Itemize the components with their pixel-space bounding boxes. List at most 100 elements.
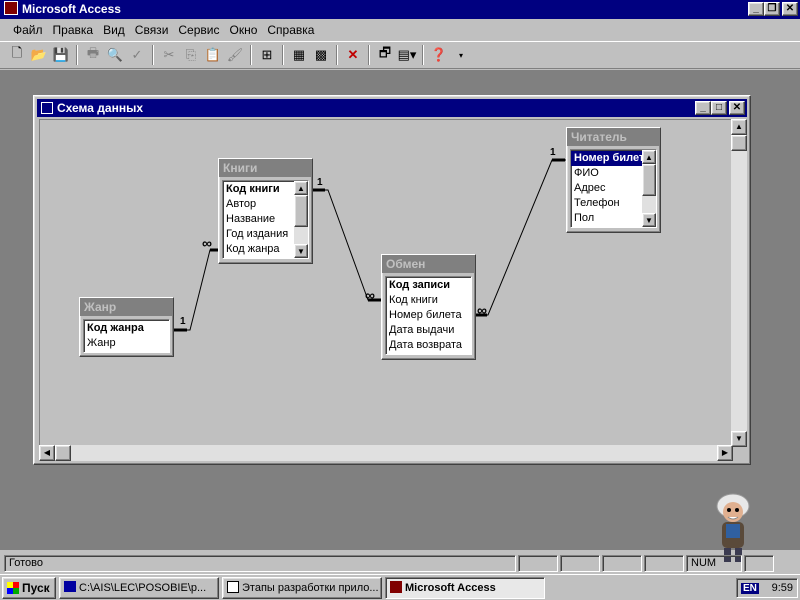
table-knigi[interactable]: Книги Код книги Автор Название Год издан… (218, 158, 313, 264)
table-chitatel-title[interactable]: Читатель (567, 128, 660, 146)
table-zhanr[interactable]: Жанр Код жанра Жанр (79, 297, 174, 357)
task-label: Этапы разработки прило... (242, 581, 379, 594)
new-object-icon[interactable]: ▤▾ (396, 44, 418, 66)
relationships-title-bar[interactable]: Схема данных _ □ ✕ (37, 99, 747, 117)
relationships-window: Схема данных _ □ ✕ 1 ∞ 1 ∞ ∞ 1 Жанр Код … (33, 95, 751, 465)
clock[interactable]: 9:59 (772, 582, 793, 594)
relation-one-label: 1 (180, 316, 186, 327)
close-button[interactable]: ✕ (782, 2, 798, 16)
field-item[interactable]: Код книги (386, 293, 471, 308)
field-item[interactable]: Дата выдачи (386, 323, 471, 338)
start-button[interactable]: Пуск (2, 576, 56, 599)
field-scrollbar[interactable]: ▲ ▼ (294, 181, 308, 258)
relation-many-label: ∞ (365, 287, 375, 303)
relation-knigi-obmen[interactable] (312, 189, 382, 301)
minimize-button[interactable]: _ (748, 2, 764, 16)
table-obmen-title[interactable]: Обмен (382, 255, 475, 273)
relation-obmen-chitatel[interactable] (473, 159, 566, 316)
field-item[interactable]: Автор (223, 197, 294, 212)
chevron-down-icon[interactable]: ▾ (450, 44, 472, 66)
field-item[interactable]: Жанр (84, 336, 169, 351)
task-explorer[interactable]: C:\AIS\LEC\POSOBIE\p... (59, 576, 219, 599)
relationships-window-controls: _ □ ✕ (695, 101, 745, 115)
save-icon[interactable]: 💾 (50, 44, 72, 66)
scroll-thumb[interactable] (55, 445, 71, 461)
app-title: Microsoft Access (22, 2, 121, 16)
open-icon[interactable]: 📂 (28, 44, 50, 66)
vertical-scrollbar[interactable]: ▲ ▼ (731, 119, 747, 447)
relation-one-label: 1 (317, 177, 323, 188)
menu-relations[interactable]: Связи (130, 23, 174, 37)
new-icon[interactable]: 🗋 (6, 44, 28, 66)
task-access[interactable]: Microsoft Access (385, 576, 545, 599)
database-window-icon[interactable]: 🗗 (374, 44, 396, 66)
field-item[interactable]: Номер билета (386, 308, 471, 323)
format-painter-icon[interactable]: 🖌 (224, 44, 246, 66)
windows-logo-icon (7, 581, 19, 594)
field-item[interactable]: Пол (571, 211, 642, 226)
scroll-left-icon[interactable]: ◀ (39, 445, 55, 461)
field-item[interactable]: Код жанра (223, 242, 294, 257)
scroll-up-icon[interactable]: ▲ (731, 119, 747, 135)
menu-file[interactable]: Файл (8, 23, 48, 37)
field-item[interactable]: Телефон (571, 196, 642, 211)
copy-icon[interactable]: ⎘ (180, 44, 202, 66)
child-minimize-button[interactable]: _ (695, 101, 711, 115)
scroll-down-icon[interactable]: ▼ (731, 431, 747, 447)
horizontal-scrollbar[interactable]: ◀ ▶ (39, 445, 733, 461)
field-item[interactable]: Название (223, 212, 294, 227)
toolbar-separator (250, 45, 252, 65)
child-close-button[interactable]: ✕ (729, 101, 745, 115)
relationships-icon (41, 102, 53, 114)
relationships-canvas[interactable]: 1 ∞ 1 ∞ ∞ 1 Жанр Код жанра Жанр Книги Ко… (39, 119, 733, 447)
table-chitatel[interactable]: Читатель Номер билета ФИО Адрес Телефон … (566, 127, 661, 233)
field-item[interactable]: Код книги (223, 182, 294, 197)
scroll-down-icon[interactable]: ▼ (294, 244, 308, 258)
child-maximize-button[interactable]: □ (711, 101, 727, 115)
scroll-up-icon[interactable]: ▲ (642, 150, 656, 164)
field-item-selected[interactable]: Номер билета (571, 151, 642, 166)
word-icon (227, 580, 239, 593)
language-indicator[interactable]: EN (741, 582, 759, 594)
field-item[interactable]: Код жанра (84, 321, 169, 336)
show-table-icon[interactable]: ⊞ (256, 44, 278, 66)
cut-icon[interactable]: ✂ (158, 44, 180, 66)
delete-icon[interactable]: ✕ (342, 44, 364, 66)
status-panel (602, 554, 642, 572)
system-tray: EN 9:59 (736, 578, 798, 598)
field-item[interactable]: ФИО (571, 166, 642, 181)
field-item[interactable]: Код записи (386, 278, 471, 293)
menu-view[interactable]: Вид (98, 23, 130, 37)
table-knigi-title[interactable]: Книги (219, 159, 312, 177)
print-icon[interactable]: 🖶 (82, 44, 104, 66)
show-direct-icon[interactable]: ▦ (288, 44, 310, 66)
spelling-icon[interactable]: ✓ (126, 44, 148, 66)
relation-many-label: ∞ (477, 302, 487, 318)
menu-window[interactable]: Окно (224, 23, 262, 37)
menu-edit[interactable]: Правка (48, 23, 99, 37)
show-all-icon[interactable]: ▩ (310, 44, 332, 66)
scroll-down-icon[interactable]: ▼ (642, 213, 656, 227)
scroll-up-icon[interactable]: ▲ (294, 181, 308, 195)
status-bar: Готово NUM (0, 552, 800, 574)
print-preview-icon[interactable]: 🔍 (104, 44, 126, 66)
help-icon[interactable]: ❓ (428, 44, 450, 66)
menu-bar: Файл Правка Вид Связи Сервис Окно Справк… (0, 20, 800, 40)
status-panel (644, 554, 684, 572)
field-scrollbar[interactable]: ▲ ▼ (642, 150, 656, 227)
task-word[interactable]: Этапы разработки прило... (222, 576, 382, 599)
scroll-thumb[interactable] (731, 135, 747, 151)
toolbar-separator (368, 45, 370, 65)
restore-button[interactable]: ❐ (764, 2, 780, 16)
field-item[interactable]: Год издания (223, 227, 294, 242)
scroll-thumb[interactable] (642, 164, 656, 196)
table-zhanr-title[interactable]: Жанр (80, 298, 173, 316)
menu-help[interactable]: Справка (262, 23, 319, 37)
field-item[interactable]: Дата возврата (386, 338, 471, 353)
scroll-right-icon[interactable]: ▶ (717, 445, 733, 461)
scroll-thumb[interactable] (294, 195, 308, 227)
field-item[interactable]: Адрес (571, 181, 642, 196)
menu-tools[interactable]: Сервис (173, 23, 224, 37)
table-obmen[interactable]: Обмен Код записи Код книги Номер билета … (381, 254, 476, 360)
paste-icon[interactable]: 📋 (202, 44, 224, 66)
